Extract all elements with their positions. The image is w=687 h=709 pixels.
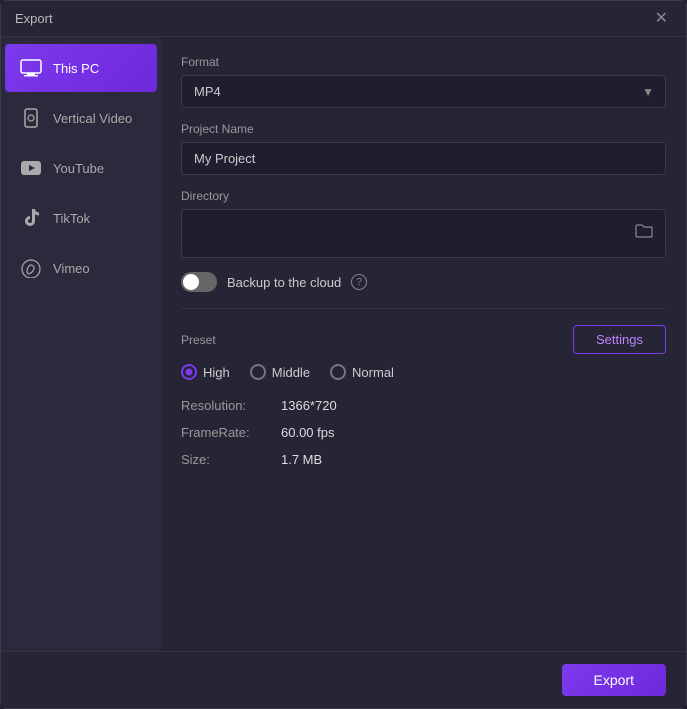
divider bbox=[181, 308, 666, 309]
size-key: Size: bbox=[181, 452, 281, 467]
framerate-value: 60.00 fps bbox=[281, 425, 335, 440]
project-name-input[interactable] bbox=[181, 142, 666, 175]
sidebar-item-vimeo[interactable]: Vimeo bbox=[5, 244, 157, 292]
resolution-key: Resolution: bbox=[181, 398, 281, 413]
export-button[interactable]: Export bbox=[562, 664, 666, 696]
spec-row-resolution: Resolution: 1366*720 bbox=[181, 398, 666, 413]
sidebar-item-vertical-video[interactable]: Vertical Video bbox=[5, 94, 157, 142]
spec-row-framerate: FrameRate: 60.00 fps bbox=[181, 425, 666, 440]
middle-label: Middle bbox=[272, 365, 310, 380]
sidebar-label-this-pc: This PC bbox=[53, 61, 99, 76]
directory-label: Directory bbox=[181, 189, 666, 203]
preset-section: Preset Settings High Middle bbox=[181, 325, 666, 380]
format-select-wrapper: MP4 MOV AVI MKV GIF ▼ bbox=[181, 75, 666, 108]
sidebar-label-vertical-video: Vertical Video bbox=[53, 111, 132, 126]
directory-field-group: Directory bbox=[181, 189, 666, 258]
resolution-value: 1366*720 bbox=[281, 398, 337, 413]
content-area: Format MP4 MOV AVI MKV GIF ▼ Project Nam… bbox=[161, 37, 686, 651]
format-label: Format bbox=[181, 55, 666, 69]
vertical-video-icon bbox=[19, 106, 43, 130]
normal-label: Normal bbox=[352, 365, 394, 380]
backup-toggle[interactable] bbox=[181, 272, 217, 292]
sidebar-item-tiktok[interactable]: TikTok bbox=[5, 194, 157, 242]
tiktok-icon bbox=[19, 206, 43, 230]
preset-header: Preset Settings bbox=[181, 325, 666, 354]
computer-icon bbox=[19, 56, 43, 80]
preset-radio-group: High Middle Normal bbox=[181, 364, 666, 380]
format-select[interactable]: MP4 MOV AVI MKV GIF bbox=[181, 75, 666, 108]
preset-label: Preset bbox=[181, 333, 216, 347]
backup-label: Backup to the cloud bbox=[227, 275, 341, 290]
specs-section: Resolution: 1366*720 FrameRate: 60.00 fp… bbox=[181, 398, 666, 467]
settings-button[interactable]: Settings bbox=[573, 325, 666, 354]
project-name-label: Project Name bbox=[181, 122, 666, 136]
sidebar-item-this-pc[interactable]: This PC bbox=[5, 44, 157, 92]
export-window: Export ✕ This PC bbox=[0, 0, 687, 709]
high-radio-circle bbox=[181, 364, 197, 380]
backup-row: Backup to the cloud ? bbox=[181, 272, 666, 292]
vimeo-icon bbox=[19, 256, 43, 280]
normal-radio-circle bbox=[330, 364, 346, 380]
sidebar-label-vimeo: Vimeo bbox=[53, 261, 90, 276]
footer: Export bbox=[1, 651, 686, 708]
sidebar-label-tiktok: TikTok bbox=[53, 211, 90, 226]
directory-wrapper bbox=[181, 209, 666, 258]
directory-input[interactable] bbox=[194, 218, 633, 249]
titlebar: Export ✕ bbox=[1, 1, 686, 37]
size-value: 1.7 MB bbox=[281, 452, 322, 467]
preset-normal-radio[interactable]: Normal bbox=[330, 364, 394, 380]
spec-row-size: Size: 1.7 MB bbox=[181, 452, 666, 467]
sidebar: This PC Vertical Video bbox=[1, 37, 161, 651]
format-field-group: Format MP4 MOV AVI MKV GIF ▼ bbox=[181, 55, 666, 108]
framerate-key: FrameRate: bbox=[181, 425, 281, 440]
sidebar-item-youtube[interactable]: YouTube bbox=[5, 144, 157, 192]
window-title: Export bbox=[15, 11, 53, 26]
toggle-knob bbox=[183, 274, 199, 290]
high-label: High bbox=[203, 365, 230, 380]
preset-high-radio[interactable]: High bbox=[181, 364, 230, 380]
help-icon[interactable]: ? bbox=[351, 274, 367, 290]
folder-browse-button[interactable] bbox=[633, 223, 655, 244]
close-button[interactable]: ✕ bbox=[651, 9, 672, 29]
main-area: This PC Vertical Video bbox=[1, 37, 686, 651]
sidebar-label-youtube: YouTube bbox=[53, 161, 104, 176]
youtube-icon bbox=[19, 156, 43, 180]
middle-radio-circle bbox=[250, 364, 266, 380]
preset-middle-radio[interactable]: Middle bbox=[250, 364, 310, 380]
project-name-field-group: Project Name bbox=[181, 122, 666, 175]
